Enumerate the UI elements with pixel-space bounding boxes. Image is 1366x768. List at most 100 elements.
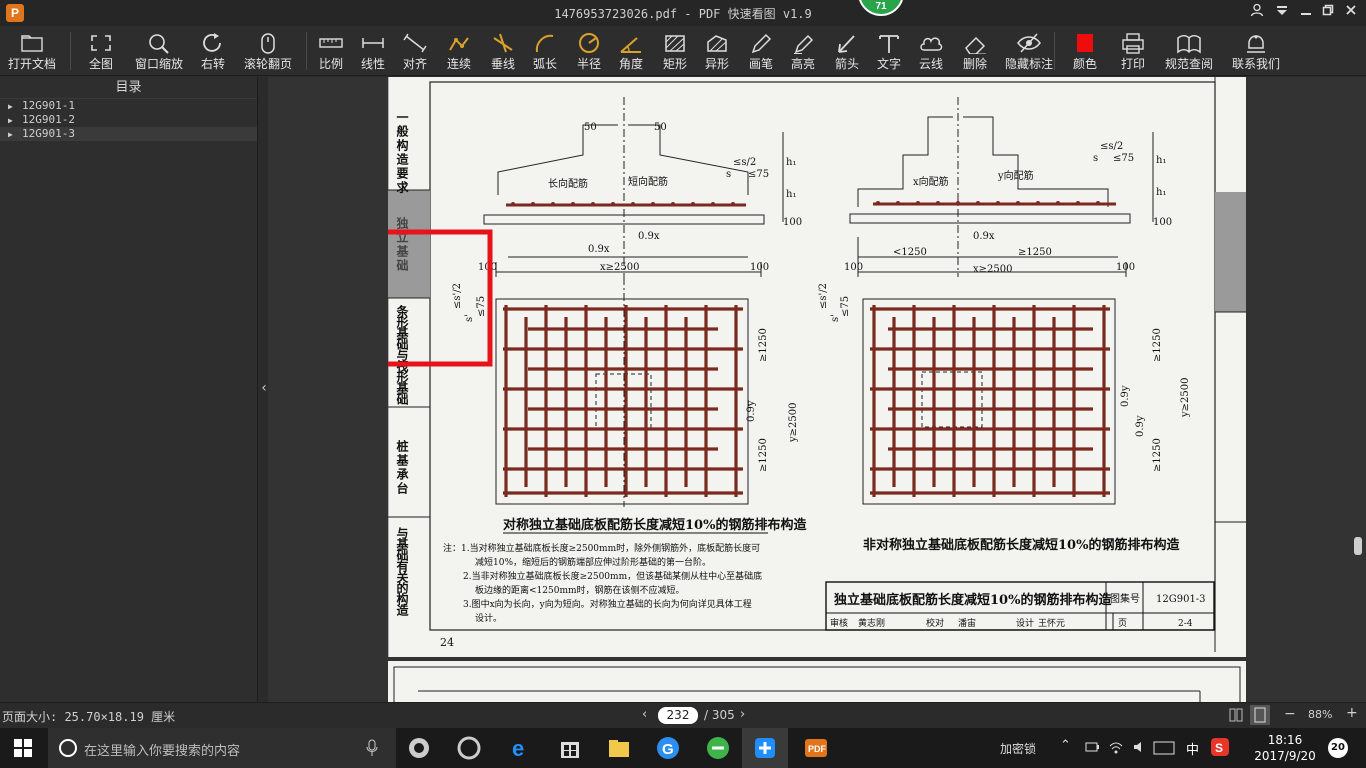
menu-dropdown-icon[interactable]	[1272, 3, 1292, 23]
toolbar-label: 弧长	[532, 57, 557, 71]
toc-item-label: 12G901-2	[22, 113, 75, 126]
svg-text:注：1.当对称独立基础底板长度≥2500mm时，除外侧钢筋外: 注：1.当对称独立基础底板长度≥2500mm时，除外侧钢筋外，底板配筋长度可	[443, 542, 760, 554]
tray-expand-icon[interactable]: ⌃	[1060, 738, 1071, 753]
dim-label: 50	[654, 122, 667, 133]
dim-label: ≥1250	[1018, 247, 1052, 258]
spec-lookup-button[interactable]: 规范查阅	[1165, 26, 1213, 76]
window-zoom-button[interactable]: 窗口缩放	[135, 26, 183, 76]
zoom-in-icon[interactable]: +	[1346, 705, 1358, 721]
open-document-button[interactable]: 打开文档	[8, 26, 56, 76]
highlight-button[interactable]: 高亮	[790, 26, 816, 76]
arc-length-button[interactable]: 弧长	[532, 26, 558, 76]
toc-item[interactable]: ▶ 12G901-1	[0, 99, 257, 113]
notification-count[interactable]: 20	[1328, 738, 1348, 758]
continuous-button[interactable]: 连续	[446, 26, 472, 76]
scrollbar-thumb[interactable]	[1354, 537, 1362, 555]
toolbar-label: 打开文档	[8, 57, 57, 71]
dim-label: h₁	[786, 157, 796, 168]
pen-button[interactable]: 画笔	[748, 26, 774, 76]
browser-360-icon[interactable]	[455, 734, 483, 762]
svg-text:板边缘的距离<1250mm时，钢筋在该侧不应减短。: 板边缘的距离<1250mm时，钢筋在该侧不应减短。	[475, 584, 685, 596]
right-plan	[862, 298, 1116, 505]
document-viewport[interactable]: 50 50 长向配筋 短向配筋 ≤s/2 s ≤75 h₁ h₁ 100 0.9…	[268, 77, 1366, 702]
angle-button[interactable]: 角度	[618, 26, 644, 76]
sogou-ime-icon[interactable]: S	[1210, 737, 1230, 761]
toolbar-label: 角度	[618, 57, 643, 71]
pdf-page-next	[388, 661, 1246, 702]
pdf-viewer-taskbar-icon[interactable]: PDF	[802, 734, 830, 762]
tray-text[interactable]: 加密锁	[1000, 740, 1036, 757]
next-page-icon[interactable]: ›	[740, 707, 745, 722]
toc-item-label: 12G901-3	[22, 127, 75, 140]
scale-button[interactable]: 比例	[318, 26, 344, 76]
clock-date: 2017/9/20	[1254, 749, 1316, 763]
dim-label: x≥2500	[973, 264, 1012, 275]
align-button[interactable]: 对齐	[402, 26, 428, 76]
linear-button[interactable]: 线性	[360, 26, 386, 76]
rotate-right-button[interactable]: 右转	[200, 26, 226, 76]
store-icon[interactable]	[556, 734, 584, 762]
hide-annotations-button[interactable]: 隐藏标注	[1005, 26, 1053, 76]
fullscreen-icon	[91, 35, 111, 51]
toc-item[interactable]: ▶ 12G901-2	[0, 113, 257, 127]
rebar-label: 长向配筋	[548, 177, 588, 190]
toolbar-label: 云线	[918, 57, 943, 71]
ime-indicator[interactable]: 中	[1186, 739, 1199, 758]
double-page-icon[interactable]	[1228, 706, 1244, 727]
expand-arrow-icon[interactable]: ▶	[8, 128, 22, 142]
battery-icon[interactable]	[1084, 739, 1100, 759]
cloud-line-button[interactable]: 云线	[918, 26, 944, 76]
toolbar-label: 半径	[576, 57, 601, 71]
minimize-icon[interactable]	[1296, 3, 1316, 23]
restore-icon[interactable]	[1318, 3, 1338, 23]
page-size-label: 页面大小: 25.70×18.19 厘米	[2, 710, 176, 724]
contact-us-button[interactable]: 联系我们	[1232, 26, 1280, 76]
svg-text:2.当非对称独立基础底板长度≥2500mm，但该基础某侧从柱: 2.当非对称独立基础底板长度≥2500mm，但该基础某侧从柱中心至基础底	[463, 570, 762, 582]
dim-label: 50	[584, 122, 597, 133]
zoom-out-icon[interactable]: −	[1284, 706, 1296, 722]
file-explorer-icon[interactable]	[605, 734, 633, 762]
svg-text:审核: 审核	[830, 617, 848, 629]
page-number-input[interactable]: 232	[658, 707, 698, 724]
sogou-browser-icon[interactable]: G	[654, 734, 682, 762]
dim-label: h₁	[1156, 155, 1166, 166]
perpendicular-button[interactable]: 垂线	[490, 26, 516, 76]
expand-arrow-icon[interactable]: ▶	[8, 114, 22, 128]
tray-clock[interactable]: 18:16 2017/9/20	[1252, 732, 1318, 764]
fit-all-button[interactable]: 全图	[88, 26, 114, 76]
irregular-button[interactable]: 异形	[704, 26, 730, 76]
zoom-level[interactable]: 88%	[1308, 708, 1332, 721]
volume-icon[interactable]	[1132, 739, 1148, 759]
baidu-app-icon[interactable]	[405, 734, 433, 762]
radius-button[interactable]: 半径	[576, 26, 602, 76]
delete-button[interactable]: 删除	[962, 26, 988, 76]
keyboard-icon[interactable]	[1153, 740, 1175, 759]
windows-start-icon[interactable]	[14, 739, 32, 761]
remote-app-icon[interactable]	[742, 728, 788, 768]
color-button[interactable]: 颜色	[1072, 26, 1098, 76]
360-security-icon[interactable]	[704, 734, 732, 762]
arrow-button[interactable]: 箭头	[834, 26, 860, 76]
taskbar-search[interactable]: 在这里输入你要搜索的内容	[48, 728, 396, 768]
rectangle-button[interactable]: 矩形	[662, 26, 688, 76]
close-icon[interactable]	[1341, 3, 1361, 23]
text-icon	[879, 35, 899, 53]
prev-page-icon[interactable]: ‹	[642, 707, 647, 722]
text-button[interactable]: 文字	[876, 26, 902, 76]
toolbar-label: 规范查阅	[1165, 57, 1214, 71]
toolbar-label: 右转	[200, 57, 225, 71]
svg-text:e: e	[512, 736, 524, 761]
user-icon[interactable]	[1247, 3, 1267, 23]
wheel-page-button[interactable]: 滚轮翻页	[244, 26, 292, 76]
toc-item-selected[interactable]: ▶ 12G901-3	[0, 127, 257, 141]
svg-text:3.图中x向为长向，y向为短向。对称独立基础的长向为何向详见: 3.图中x向为长向，y向为短向。对称独立基础的长向为何向详见具体工程	[463, 598, 752, 610]
svg-text:减短10%，缩短后的钢筋端部应伸过阶形基础的第一台阶。: 减短10%，缩短后的钢筋端部应伸过阶形基础的第一台阶。	[475, 556, 711, 568]
single-page-icon[interactable]	[1250, 705, 1270, 725]
print-button[interactable]: 打印	[1120, 26, 1146, 76]
edge-browser-icon[interactable]: e	[508, 734, 536, 762]
toolbar-label: 颜色	[1072, 57, 1097, 71]
microphone-icon[interactable]	[366, 739, 378, 757]
toc-sidebar: 目录 ▶ 12G901-1 ▶ 12G901-2 ▶ 12G901-3	[0, 77, 258, 702]
expand-arrow-icon[interactable]: ▶	[8, 100, 22, 114]
wifi-icon[interactable]	[1108, 739, 1124, 759]
